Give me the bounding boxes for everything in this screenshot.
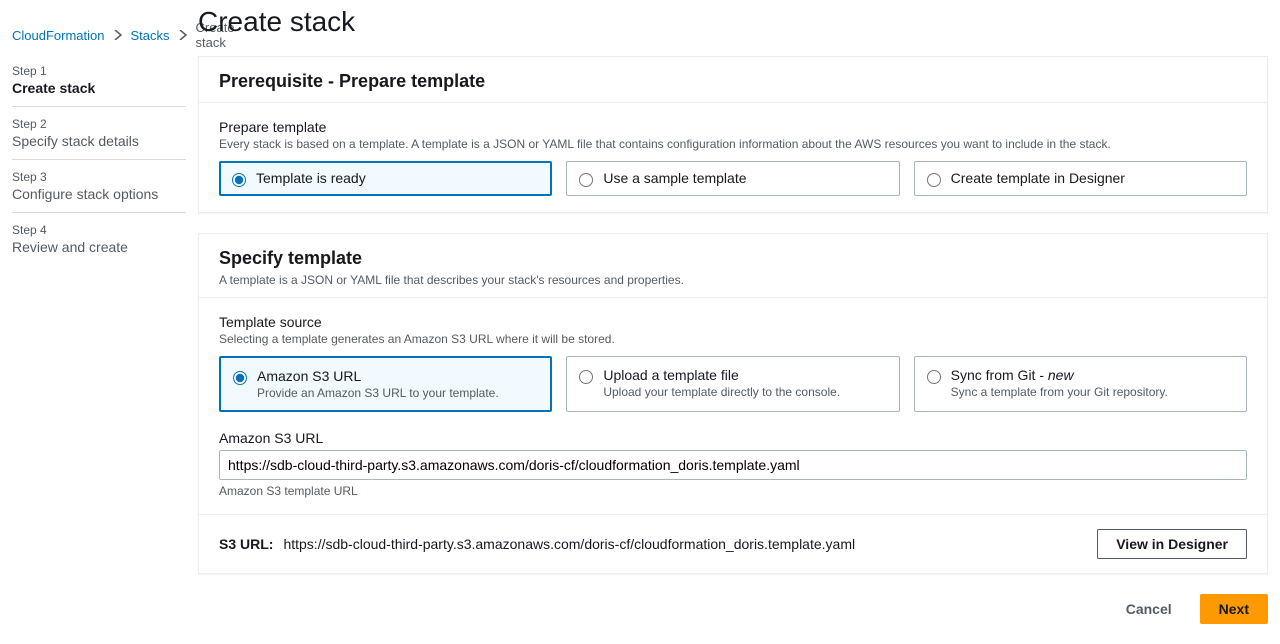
radio-input[interactable] (927, 173, 941, 187)
prepare-template-desc: Every stack is based on a template. A te… (219, 137, 1247, 151)
wizard-step-title: Create stack (12, 80, 186, 96)
s3-url-label: Amazon S3 URL (219, 430, 1247, 446)
radio-desc: Sync a template from your Git repository… (951, 385, 1168, 399)
radio-label: Upload a template file (603, 367, 840, 383)
radio-s3-url[interactable]: Amazon S3 URL Provide an Amazon S3 URL t… (219, 356, 552, 412)
panel-prerequisite: Prerequisite - Prepare template Prepare … (198, 56, 1268, 213)
prepare-template-title: Prepare template (219, 119, 1247, 135)
radio-create-designer[interactable]: Create template in Designer (914, 161, 1247, 196)
prerequisite-header: Prerequisite - Prepare template (219, 71, 1247, 92)
radio-desc: Upload your template directly to the con… (603, 385, 840, 399)
wizard-step-title: Configure stack options (12, 186, 186, 202)
radio-label: Template is ready (256, 170, 366, 186)
radio-input[interactable] (233, 371, 247, 385)
chevron-right-icon (113, 28, 123, 43)
radio-desc: Provide an Amazon S3 URL to your templat… (257, 386, 499, 400)
wizard-step-label: Step 1 (12, 64, 186, 78)
breadcrumb: CloudFormation Stacks Create stack (12, 12, 186, 54)
wizard-step-title: Review and create (12, 239, 186, 255)
chevron-right-icon (178, 28, 188, 43)
footer-actions: Cancel Next (198, 594, 1268, 624)
breadcrumb-cloudformation[interactable]: CloudFormation (12, 28, 105, 43)
radio-label: Use a sample template (603, 170, 746, 186)
specify-header: Specify template (219, 248, 1247, 269)
radio-template-ready[interactable]: Template is ready (219, 161, 552, 196)
wizard-step-1[interactable]: Step 1 Create stack (12, 54, 186, 106)
radio-label: Create template in Designer (951, 170, 1125, 186)
template-source-desc: Selecting a template generates an Amazon… (219, 332, 1247, 346)
radio-upload-file[interactable]: Upload a template file Upload your templ… (566, 356, 899, 412)
wizard-step-2[interactable]: Step 2 Specify stack details (12, 106, 186, 159)
s3-url-readonly-label: S3 URL: (219, 536, 273, 552)
wizard-step-4[interactable]: Step 4 Review and create (12, 212, 186, 265)
radio-sample-template[interactable]: Use a sample template (566, 161, 899, 196)
radio-label: Sync from Git - new (951, 367, 1168, 383)
wizard-step-label: Step 2 (12, 117, 186, 131)
s3-url-readonly-value: https://sdb-cloud-third-party.s3.amazona… (283, 536, 855, 552)
radio-input[interactable] (927, 370, 941, 384)
specify-header-desc: A template is a JSON or YAML file that d… (219, 273, 1247, 287)
view-in-designer-button[interactable]: View in Designer (1097, 529, 1247, 559)
s3-url-helper: Amazon S3 template URL (219, 484, 1247, 498)
panel-specify-template: Specify template A template is a JSON or… (198, 233, 1268, 574)
s3-url-input[interactable] (219, 450, 1247, 480)
page-title: Create stack (198, 6, 1268, 38)
wizard-step-label: Step 4 (12, 223, 186, 237)
template-source-title: Template source (219, 314, 1247, 330)
cancel-button[interactable]: Cancel (1108, 594, 1190, 624)
radio-input[interactable] (579, 370, 593, 384)
radio-sync-git[interactable]: Sync from Git - new Sync a template from… (914, 356, 1247, 412)
next-button[interactable]: Next (1200, 594, 1268, 624)
radio-input[interactable] (579, 173, 593, 187)
radio-input[interactable] (232, 173, 246, 187)
wizard-step-title: Specify stack details (12, 133, 186, 149)
wizard-step-3[interactable]: Step 3 Configure stack options (12, 159, 186, 212)
breadcrumb-stacks[interactable]: Stacks (131, 28, 170, 43)
new-tag: new (1048, 367, 1074, 383)
wizard-step-label: Step 3 (12, 170, 186, 184)
radio-label: Amazon S3 URL (257, 368, 499, 384)
